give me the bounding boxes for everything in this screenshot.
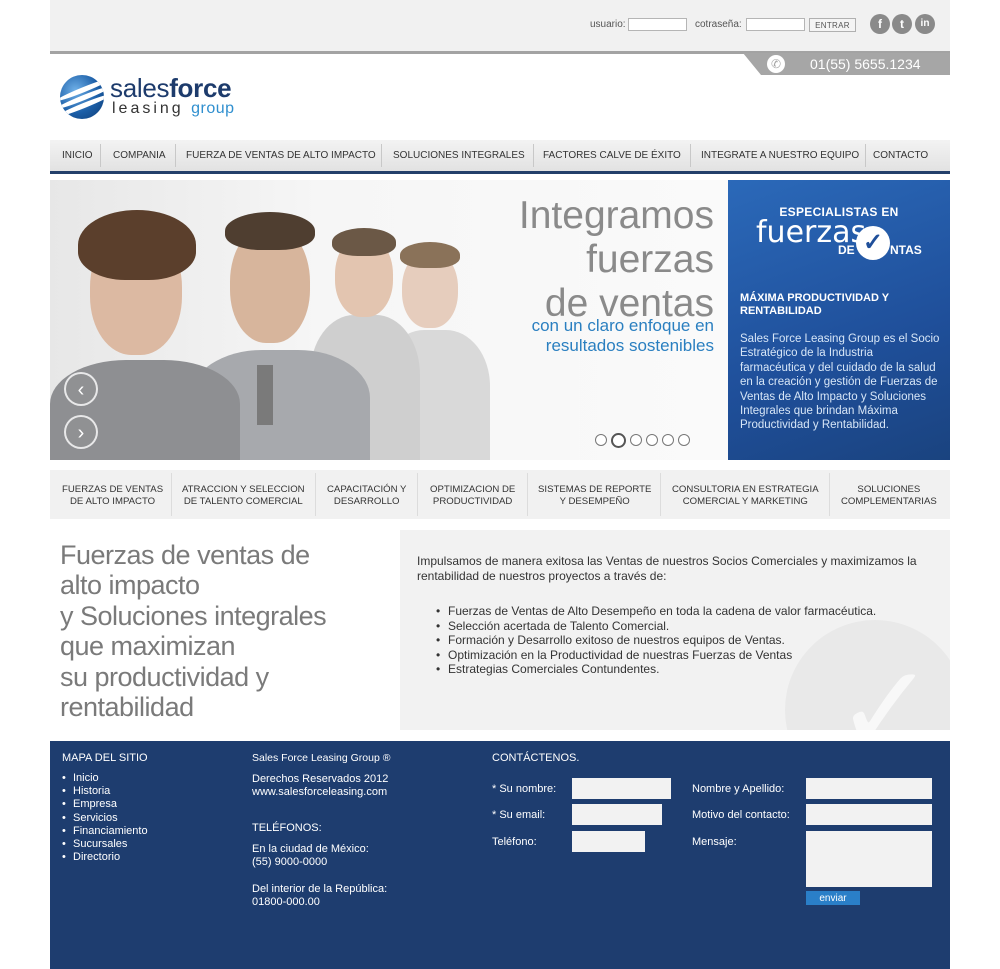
hero-slider: Integramos fuerzas de ventas con un clar… — [50, 180, 728, 460]
slider-dot[interactable] — [662, 434, 674, 446]
sitemap-link[interactable]: Sucursales — [62, 838, 148, 851]
list-item: Estrategias Comerciales Contundentes. — [436, 662, 876, 677]
sitemap-title: MAPA DEL SITIO — [62, 752, 148, 764]
slider-prev-button[interactable]: ‹ — [64, 372, 98, 406]
sitemap-link[interactable]: Empresa — [62, 798, 148, 811]
service-consultoria[interactable]: CONSULTORIA EN ESTRATEGIA COMERCIAL Y MAR… — [672, 484, 819, 508]
slider-dot[interactable] — [595, 434, 607, 446]
phone-field[interactable] — [572, 831, 645, 852]
logo-tagline: leasing group — [112, 100, 235, 117]
list-item: Fuerzas de Ventas de Alto Desempeño en t… — [436, 604, 876, 619]
nav-compania[interactable]: COMPANIA — [113, 140, 166, 171]
reason-label: Motivo del contacto: — [692, 809, 790, 821]
nav-factores[interactable]: FACTORES CALVE DE ÉXITO — [543, 140, 681, 171]
phones-title: TELÉFONOS: — [252, 822, 322, 834]
password-label: cotraseña: — [695, 19, 742, 30]
service-fuerzas-ventas[interactable]: FUERZAS DE VENTAS DE ALTO IMPACTO — [62, 484, 163, 508]
nav-inicio[interactable]: INICIO — [62, 140, 93, 171]
service-sistemas-reporte[interactable]: SISTEMAS DE REPORTE Y DESEMPEÑO — [538, 484, 651, 508]
message-field[interactable] — [806, 831, 932, 887]
sitemap-link[interactable]: Directorio — [62, 851, 148, 864]
phone1-number: (55) 9000-0000 — [252, 856, 328, 868]
nav-fuerza-ventas[interactable]: FUERZA DE VENTAS DE ALTO IMPACTO — [186, 140, 376, 171]
name-field[interactable] — [572, 778, 671, 799]
slider-dot[interactable] — [630, 434, 642, 446]
info-box: ✓ Impulsamos de manera exitosa las Venta… — [400, 530, 950, 730]
phone2-label: Del interior de la República: — [252, 883, 388, 895]
logo[interactable]: salesforce leasing group — [60, 73, 270, 123]
email-field[interactable] — [572, 804, 662, 825]
info-bullets: Fuerzas de Ventas de Alto Desempeño en t… — [436, 604, 876, 677]
password-input[interactable] — [746, 18, 805, 31]
list-item: Formación y Desarrollo exitoso de nuestr… — [436, 633, 876, 648]
sitemap-link[interactable]: Financiamiento — [62, 825, 148, 838]
contact-title: CONTÁCTENOS. — [492, 752, 580, 764]
send-button[interactable]: enviar — [806, 891, 860, 905]
website-link[interactable]: www.salesforceleasing.com — [252, 786, 387, 798]
phone-banner: ✆ 01(55) 5655.1234 — [743, 53, 950, 75]
phone2-number: 01800-000.00 — [252, 896, 320, 908]
sitemap-list: Inicio Historia Empresa Servicios Financ… — [62, 772, 148, 865]
slider-next-button[interactable]: › — [64, 415, 98, 449]
service-optimizacion[interactable]: OPTIMIZACION DE PRODUCTIVIDAD — [430, 484, 515, 508]
fullname-label: Nombre y Apellido: — [692, 783, 785, 795]
username-input[interactable] — [628, 18, 687, 31]
hero-photo — [50, 180, 490, 460]
list-item: Optimización en la Productividad de nues… — [436, 648, 876, 663]
login-button[interactable]: ENTRAR — [809, 18, 856, 32]
twitter-icon[interactable]: t — [892, 14, 912, 34]
phone1-label: En la ciudad de México: — [252, 843, 369, 855]
nav-soluciones[interactable]: SOLUCIONES INTEGRALES — [393, 140, 525, 171]
specialists-subtitle: MÁXIMA PRODUCTIVIDAD Y RENTABILIDAD — [740, 292, 889, 317]
slider-dot[interactable] — [646, 434, 658, 446]
main-heading: Fuerzas de ventas de alto impacto y Solu… — [60, 540, 327, 723]
specialists-ventas: NTAS — [890, 243, 922, 257]
services-bar: FUERZAS DE VENTAS DE ALTO IMPACTO ATRACCI… — [50, 470, 950, 519]
specialists-description: Sales Force Leasing Group es el Socio Es… — [740, 333, 940, 432]
email-label: * Su email: — [492, 809, 546, 821]
footer: MAPA DEL SITIO Inicio Historia Empresa S… — [50, 741, 950, 969]
name-label: * Su nombre: — [492, 783, 557, 795]
nav-integrate[interactable]: INTEGRATE A NUESTRO EQUIPO — [701, 140, 859, 171]
logo-globe-icon — [60, 75, 104, 119]
slider-dots — [595, 433, 694, 451]
sitemap-link[interactable]: Inicio — [62, 772, 148, 785]
nav-contacto[interactable]: CONTACTO — [873, 140, 928, 171]
hero-headline: Integramos fuerzas de ventas — [518, 194, 714, 325]
phone-label: Teléfono: — [492, 836, 537, 848]
company-name: Sales Force Leasing Group ® — [252, 752, 391, 764]
phone-number: 01(55) 5655.1234 — [810, 56, 921, 72]
sitemap-link[interactable]: Historia — [62, 785, 148, 798]
slider-dot[interactable] — [678, 434, 690, 446]
phone-icon: ✆ — [767, 55, 785, 73]
page: usuario: cotraseña: ENTRAR f t in ✆ 01(5… — [50, 0, 950, 969]
hero-subheadline: con un claro enfoque en resultados soste… — [531, 316, 714, 355]
facebook-icon[interactable]: f — [870, 14, 890, 34]
specialists-panel: ESPECIALISTAS EN fuerzas DE ✓ NTAS MÁXIM… — [728, 180, 950, 460]
service-capacitacion[interactable]: CAPACITACIÓN Y DESARROLLO — [327, 484, 406, 508]
main-nav: INICIO COMPANIA FUERZA DE VENTAS DE ALTO… — [50, 140, 950, 174]
fullname-field[interactable] — [806, 778, 932, 799]
message-label: Mensaje: — [692, 836, 737, 848]
linkedin-icon[interactable]: in — [915, 14, 935, 34]
sitemap-link[interactable]: Servicios — [62, 812, 148, 825]
checkmark-icon: ✓ — [856, 226, 890, 260]
username-label: usuario: — [590, 19, 626, 30]
login-bar: usuario: cotraseña: ENTRAR f t in — [50, 0, 950, 54]
copyright: Derechos Reservados 2012 — [252, 773, 389, 785]
service-atraccion-seleccion[interactable]: ATRACCION Y SELECCION DE TALENTO COMERCIA… — [182, 484, 305, 508]
service-soluciones-complementarias[interactable]: SOLUCIONES COMPLEMENTARIAS — [841, 484, 937, 508]
specialists-de: DE — [838, 243, 855, 257]
reason-field[interactable] — [806, 804, 932, 825]
slider-dot-active[interactable] — [611, 433, 626, 448]
info-intro: Impulsamos de manera exitosa las Ventas … — [417, 554, 917, 583]
list-item: Selección acertada de Talento Comercial. — [436, 619, 876, 634]
